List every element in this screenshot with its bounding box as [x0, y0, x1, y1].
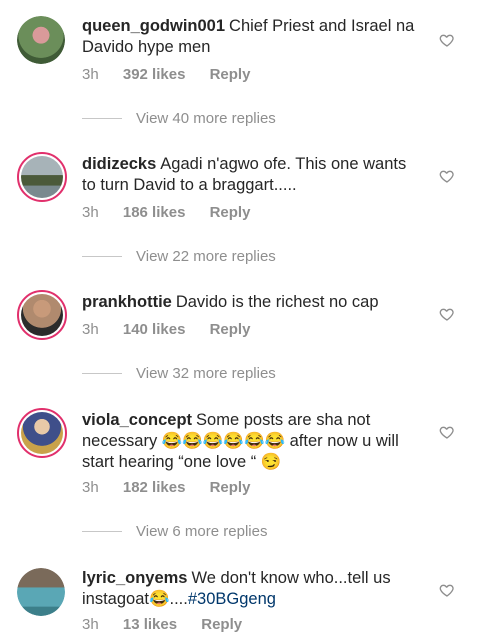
view-replies-label: View 22 more replies [136, 248, 276, 265]
heart-outline-icon[interactable] [439, 306, 455, 322]
comment-text: didizecks Agadi n'agwo ofe. This one want… [82, 154, 422, 196]
divider [82, 118, 122, 119]
comment-likes[interactable]: 13 likes [123, 616, 177, 633]
heart-outline-icon[interactable] [439, 424, 455, 440]
avatar[interactable] [17, 152, 67, 202]
comment-time: 3h [82, 321, 99, 338]
divider [82, 373, 122, 374]
view-replies-button[interactable]: View 40 more replies [82, 110, 276, 127]
heart-outline-icon[interactable] [439, 168, 455, 184]
view-replies-label: View 32 more replies [136, 365, 276, 382]
avatar[interactable] [17, 408, 67, 458]
comment-likes[interactable]: 140 likes [123, 321, 186, 338]
comment-text: queen_godwin001 Chief Priest and Israel n… [82, 16, 422, 58]
avatar[interactable] [17, 16, 65, 64]
avatar[interactable] [17, 568, 65, 616]
reply-button[interactable]: Reply [210, 321, 251, 338]
comment-meta: 3h 182 likes Reply [82, 479, 270, 496]
comment-meta: 3h 140 likes Reply [82, 321, 270, 338]
comment-time: 3h [82, 204, 99, 221]
view-replies-button[interactable]: View 22 more replies [82, 248, 276, 265]
comment-text: lyric_onyems We don't know who...tell us … [82, 568, 422, 610]
comment-username[interactable]: viola_concept [82, 411, 192, 429]
comment-username[interactable]: lyric_onyems [82, 569, 187, 587]
comment-meta: 3h 186 likes Reply [82, 204, 270, 221]
comment-meta: 3h 13 likes Reply [82, 616, 262, 633]
reply-button[interactable]: Reply [210, 204, 251, 221]
comment-username[interactable]: prankhottie [82, 293, 172, 311]
view-replies-button[interactable]: View 32 more replies [82, 365, 276, 382]
view-replies-button[interactable]: View 6 more replies [82, 523, 267, 540]
divider [82, 256, 122, 257]
comment-likes[interactable]: 182 likes [123, 479, 186, 496]
comment-time: 3h [82, 616, 99, 633]
heart-outline-icon[interactable] [439, 582, 455, 598]
comment-likes[interactable]: 392 likes [123, 66, 186, 83]
reply-button[interactable]: Reply [210, 66, 251, 83]
comment-username[interactable]: didizecks [82, 155, 156, 173]
view-replies-label: View 6 more replies [136, 523, 268, 540]
avatar[interactable] [17, 290, 67, 340]
view-replies-label: View 40 more replies [136, 110, 276, 127]
comment-text: viola_concept Some posts are sha not nece… [82, 410, 422, 473]
comment-body: Davido is the richest no cap [175, 293, 379, 311]
comment-time: 3h [82, 66, 99, 83]
comment-likes[interactable]: 186 likes [123, 204, 186, 221]
comment-meta: 3h 392 likes Reply [82, 66, 270, 83]
comment-text: prankhottie Davido is the richest no cap [82, 292, 422, 313]
divider [82, 531, 122, 532]
reply-button[interactable]: Reply [201, 616, 242, 633]
heart-outline-icon[interactable] [439, 32, 455, 48]
comment-username[interactable]: queen_godwin001 [82, 17, 225, 35]
hashtag-link[interactable]: #30BGgeng [188, 590, 276, 608]
comment-time: 3h [82, 479, 99, 496]
reply-button[interactable]: Reply [210, 479, 251, 496]
